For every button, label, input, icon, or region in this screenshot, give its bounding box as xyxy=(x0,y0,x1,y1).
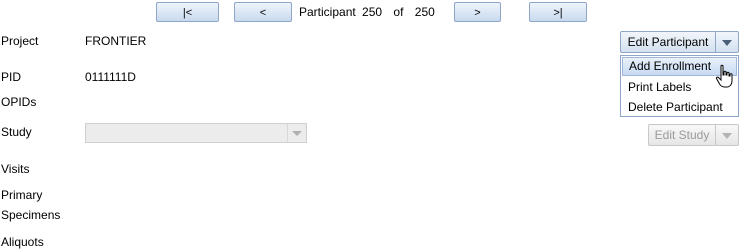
aliquots-label: Aliquots xyxy=(1,235,44,249)
edit-study-dropdown[interactable] xyxy=(715,125,738,145)
opids-label: OPIDs xyxy=(1,95,37,109)
edit-participant-split-button[interactable]: Edit Participant xyxy=(620,31,739,53)
previous-participant-button[interactable]: < xyxy=(234,2,292,22)
last-participant-button[interactable]: >| xyxy=(529,2,587,22)
chevron-down-icon xyxy=(722,133,732,139)
specimens-label: Specimens xyxy=(1,208,61,222)
chevron-down-icon xyxy=(292,131,302,136)
study-dropdown-arrow[interactable] xyxy=(287,124,306,142)
pid-value: 0111111D xyxy=(85,70,136,84)
edit-study-split-button[interactable]: Edit Study xyxy=(648,124,739,146)
participant-current: 250 xyxy=(362,5,383,19)
menu-item-delete-participant[interactable]: Delete Participant xyxy=(622,98,737,117)
participant-counter: Participant 250 of 250 xyxy=(299,5,435,19)
next-participant-button[interactable]: > xyxy=(454,2,501,22)
participant-of-label: of xyxy=(393,5,404,19)
project-label: Project xyxy=(1,34,39,48)
pid-label: PID xyxy=(1,70,22,84)
first-participant-button[interactable]: |< xyxy=(156,2,219,22)
edit-study-button[interactable]: Edit Study xyxy=(649,125,715,145)
project-value: FRONTIER xyxy=(85,34,147,48)
edit-participant-button[interactable]: Edit Participant xyxy=(621,32,715,52)
participant-total: 250 xyxy=(414,5,435,19)
edit-participant-dropdown[interactable] xyxy=(715,32,738,52)
study-select[interactable] xyxy=(85,123,307,143)
study-label: Study xyxy=(1,125,32,139)
participant-label: Participant xyxy=(299,5,356,19)
chevron-down-icon xyxy=(722,40,732,46)
hand-pointer-icon xyxy=(715,64,733,88)
visits-label: Visits xyxy=(1,162,30,176)
primary-label: Primary xyxy=(1,188,43,202)
